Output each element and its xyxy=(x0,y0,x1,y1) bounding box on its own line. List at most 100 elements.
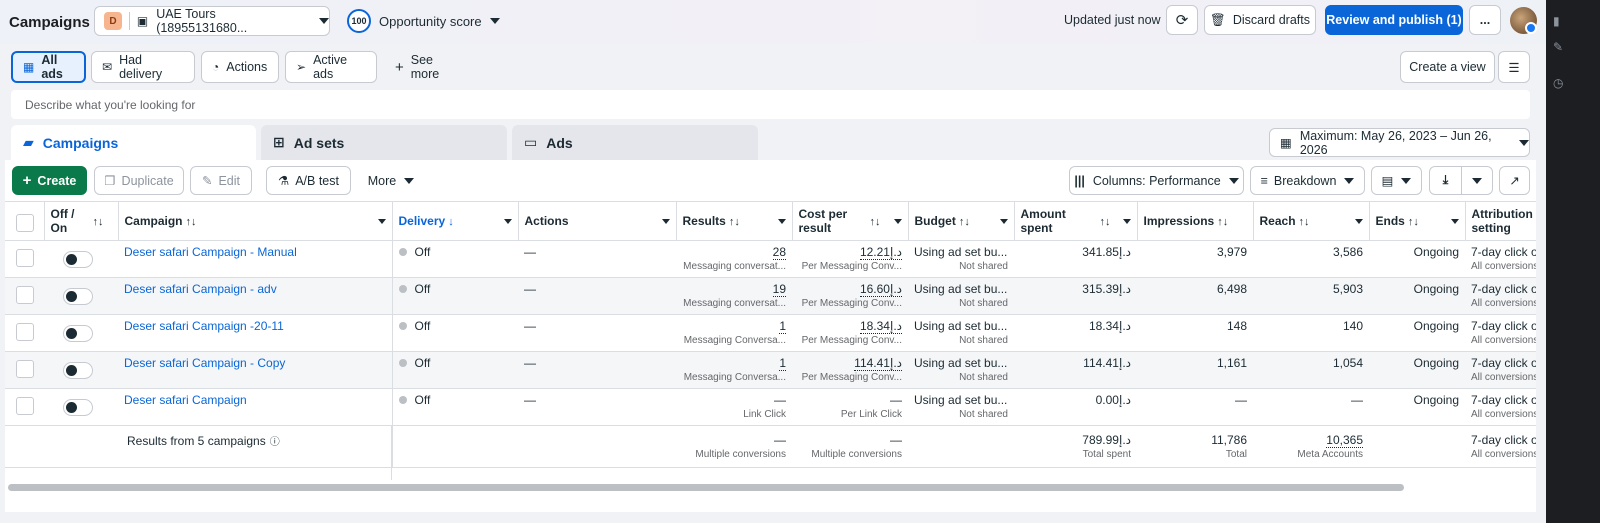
header-actions[interactable]: Actions xyxy=(518,201,677,241)
cost-value[interactable]: 16.60د.إ xyxy=(859,282,902,297)
row-checkbox[interactable] xyxy=(16,249,34,267)
pencil-icon[interactable]: ✎ xyxy=(1553,40,1567,54)
ab-test-label: A/B test xyxy=(295,173,339,188)
row-checkbox[interactable] xyxy=(16,397,34,415)
table-row[interactable]: Deser safari Campaign - Copy Off — 1 Mess… xyxy=(5,351,1536,389)
campaign-toggle[interactable] xyxy=(63,362,93,379)
header-delivery[interactable]: Delivery ↓ xyxy=(392,201,519,241)
sort-icon[interactable]: ↑↓ xyxy=(1299,216,1310,228)
clock-icon[interactable]: ◷ xyxy=(1553,76,1567,90)
results-value[interactable]: 1 xyxy=(779,319,786,334)
chip-actions[interactable]: ◔ Actions xyxy=(201,51,279,83)
opportunity-score[interactable]: 100 Opportunity score xyxy=(347,9,500,33)
ends-cell: Ongoing xyxy=(1369,388,1465,426)
chip-all-ads[interactable]: ▦ All ads xyxy=(11,51,86,83)
chevron-down-icon[interactable] xyxy=(1450,219,1459,224)
chart-icon[interactable]: ▮ xyxy=(1553,14,1567,28)
campaign-toggle[interactable] xyxy=(63,251,93,268)
results-value[interactable]: 1 xyxy=(779,356,786,371)
edit-button[interactable]: ✎ Edit xyxy=(190,166,252,195)
header-impressions[interactable]: Impressions ↑↓ xyxy=(1137,201,1254,241)
header-amount-spent[interactable]: Amount spent ↑↓ xyxy=(1014,201,1138,241)
refresh-button[interactable]: ⟳ xyxy=(1166,5,1198,35)
campaign-link[interactable]: Deser safari Campaign xyxy=(124,393,247,407)
summary-reach[interactable]: 10,365 xyxy=(1326,433,1363,448)
date-range-picker[interactable]: ▦ Maximum: May 26, 2023 – Jun 26, 2026 xyxy=(1269,128,1530,157)
sort-icon[interactable]: ↑↓ xyxy=(1408,216,1419,228)
reports-dropdown[interactable]: ▤ xyxy=(1371,166,1422,195)
sort-icon[interactable]: ↑↓ xyxy=(93,215,104,229)
table-row[interactable]: Deser safari Campaign Off — — Link Click … xyxy=(5,388,1536,426)
delivery-status: Off xyxy=(414,356,431,370)
create-view-button[interactable]: Create a view xyxy=(1400,51,1495,83)
campaign-link[interactable]: Deser safari Campaign - adv xyxy=(124,282,277,296)
row-checkbox[interactable] xyxy=(16,323,34,341)
header-ends[interactable]: Ends ↑↓ xyxy=(1369,201,1466,241)
header-campaign[interactable]: Campaign ↑↓ xyxy=(118,201,393,241)
cost-value[interactable]: 18.34د.إ xyxy=(859,319,902,334)
chevron-down-icon[interactable] xyxy=(503,219,512,224)
campaign-toggle[interactable] xyxy=(63,399,93,416)
chevron-down-icon[interactable] xyxy=(893,219,902,224)
chevron-down-icon[interactable] xyxy=(661,219,670,224)
columns-dropdown[interactable]: ||| Columns: Performance xyxy=(1069,166,1244,195)
review-publish-button[interactable]: Review and publish (1) xyxy=(1325,5,1463,35)
cost-value[interactable]: 114.41د.إ xyxy=(854,356,902,371)
attribution-value: 7-day click or ... xyxy=(1471,282,1536,296)
breakdown-dropdown[interactable]: ≡ Breakdown xyxy=(1250,166,1365,195)
filter-settings-button[interactable]: ☰ xyxy=(1498,51,1530,83)
header-budget[interactable]: Budget ↑↓ xyxy=(908,201,1015,241)
header-attribution[interactable]: Attribution setting xyxy=(1465,201,1536,241)
ab-test-button[interactable]: ⚗ A/B test xyxy=(266,166,351,195)
select-all-checkbox[interactable] xyxy=(16,214,34,232)
sort-icon[interactable]: ↑↓ xyxy=(1100,215,1111,229)
search-input[interactable]: Describe what you're looking for xyxy=(11,90,1530,119)
chip-active-ads[interactable]: ➢ Active ads xyxy=(285,51,377,83)
duplicate-button[interactable]: ❐ Duplicate xyxy=(94,166,184,195)
create-button[interactable]: + Create xyxy=(12,166,87,195)
row-checkbox[interactable] xyxy=(16,286,34,304)
account-selector[interactable]: D ▣ UAE Tours (18955131680... xyxy=(94,6,330,36)
results-value[interactable]: 19 xyxy=(772,282,786,297)
campaign-link[interactable]: Deser safari Campaign - Copy xyxy=(124,356,285,370)
campaign-link[interactable]: Deser safari Campaign -20-11 xyxy=(124,319,284,333)
chip-had-delivery[interactable]: ✉ Had delivery xyxy=(91,51,195,83)
header-results[interactable]: Results ↑↓ xyxy=(676,201,793,241)
chevron-down-icon[interactable] xyxy=(1354,219,1363,224)
charts-button[interactable]: ↗ xyxy=(1499,166,1530,195)
cost-value[interactable]: 12.21د.إ xyxy=(859,245,902,260)
more-dropdown[interactable]: More xyxy=(358,166,424,195)
campaign-link[interactable]: Deser safari Campaign - Manual xyxy=(124,245,297,259)
results-value[interactable]: 28 xyxy=(772,245,786,260)
chevron-down-icon[interactable] xyxy=(777,219,786,224)
campaign-toggle[interactable] xyxy=(63,288,93,305)
chevron-down-icon[interactable] xyxy=(999,219,1008,224)
chip-see-more[interactable]: + See more xyxy=(384,51,468,83)
tab-campaigns[interactable]: ▰ Campaigns xyxy=(11,125,256,160)
sort-icon[interactable]: ↑↓ xyxy=(1217,216,1228,228)
sort-icon[interactable]: ↑↓ xyxy=(959,216,970,228)
results-type: Messaging conversat... xyxy=(683,261,786,272)
table-row[interactable]: Deser safari Campaign - Manual Off — 28 M… xyxy=(5,240,1536,278)
table-row[interactable]: Deser safari Campaign - adv Off — 19 Mess… xyxy=(5,277,1536,315)
info-icon[interactable]: ⓘ xyxy=(270,437,280,448)
tab-ad-sets[interactable]: ⊞ Ad sets xyxy=(261,125,507,160)
more-options-button[interactable]: ... xyxy=(1469,5,1501,35)
row-checkbox[interactable] xyxy=(16,360,34,378)
sort-icon[interactable]: ↑↓ xyxy=(186,216,197,228)
tab-ads[interactable]: ▭ Ads xyxy=(512,125,758,160)
campaign-toggle[interactable] xyxy=(63,325,93,342)
header-cost-per-result[interactable]: Cost per result ↑↓ xyxy=(792,201,909,241)
chevron-down-icon[interactable] xyxy=(1122,219,1131,224)
sort-desc-icon[interactable]: ↓ xyxy=(448,216,454,228)
discard-drafts-button[interactable]: 🗑 Discard drafts xyxy=(1204,5,1316,35)
chevron-down-icon[interactable] xyxy=(377,219,386,224)
table-row[interactable]: Deser safari Campaign -20-11 Off — 1 Mess… xyxy=(5,314,1536,352)
export-dropdown[interactable] xyxy=(1461,166,1493,195)
sort-icon[interactable]: ↑↓ xyxy=(729,216,740,228)
export-button[interactable]: ⤓ xyxy=(1429,166,1462,195)
header-off-on[interactable]: Off / On ↑↓ xyxy=(44,201,119,241)
sort-icon[interactable]: ↑↓ xyxy=(870,215,881,229)
horizontal-scrollbar[interactable] xyxy=(8,484,1404,491)
header-reach[interactable]: Reach ↑↓ xyxy=(1253,201,1370,241)
